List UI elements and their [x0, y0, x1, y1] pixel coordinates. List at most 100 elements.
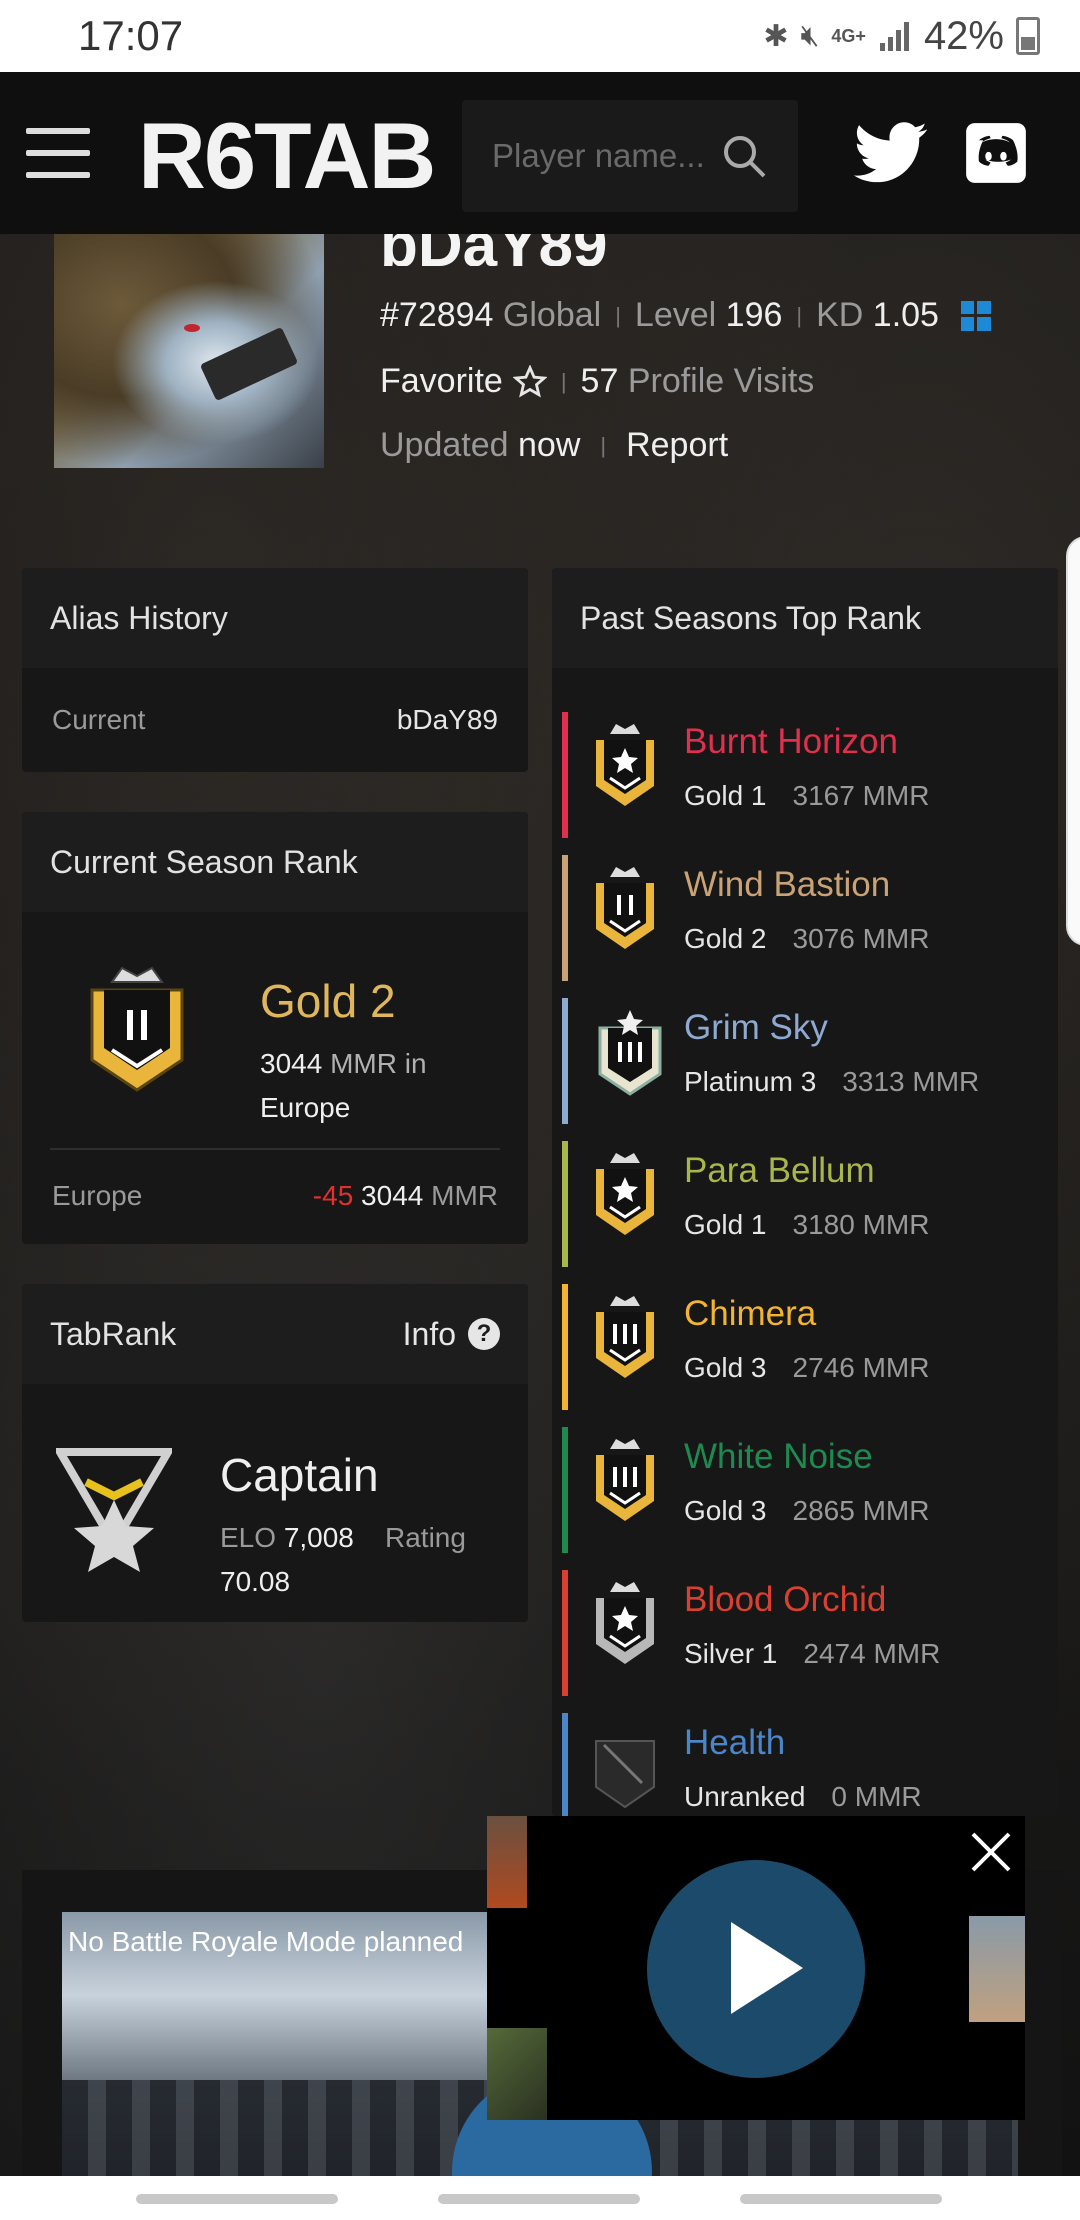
season-item[interactable]: Wind Bastion Gold 2 3076 MMR: [552, 855, 1058, 981]
season-rank: Silver 1: [684, 1638, 778, 1669]
alias-history-header: Alias History: [22, 568, 528, 668]
season-item[interactable]: Chimera Gold 3 2746 MMR: [552, 1284, 1058, 1410]
season-item[interactable]: Para Bellum Gold 1 3180 MMR: [552, 1141, 1058, 1267]
season-rank-line: Gold 1 3167 MMR: [684, 780, 929, 812]
status-icons: ✱ 🔇︎ 4G+ 42%: [763, 14, 1040, 59]
network-type: 4G+: [831, 26, 866, 46]
unranked-badge-icon: [595, 1740, 655, 1809]
season-mmr: 3167 MMR: [792, 780, 930, 811]
current-region: Europe: [260, 1092, 351, 1123]
discord-icon[interactable]: [964, 118, 1028, 188]
status-bar: 17:07 ✱ 🔇︎ 4G+ 42%: [0, 0, 1080, 72]
current-rank-info: Gold 2 3044 MMR in Europe: [260, 962, 427, 1148]
season-item[interactable]: Health Unranked 0 MMR: [552, 1713, 1058, 1816]
search-input[interactable]: [492, 137, 712, 175]
favorite-button[interactable]: Favorite: [380, 362, 503, 401]
nav-back-button[interactable]: [740, 2194, 942, 2204]
kd-value: 1.05: [872, 296, 939, 334]
tabrank-card: TabRank Info ? Captain ELO 7,008 Rating …: [22, 1284, 528, 1622]
level-label: Level: [634, 296, 717, 334]
season-rank: Platinum 3: [684, 1066, 817, 1097]
season-name: Health: [684, 1723, 786, 1762]
season-item[interactable]: Blood Orchid Silver 1 2474 MMR: [552, 1570, 1058, 1696]
windows-icon: [960, 300, 991, 331]
tabrank-rank: Captain: [220, 1449, 379, 1501]
ad-thumbnail: [969, 1916, 1025, 2022]
ad-thumbnail: [487, 2028, 547, 2120]
gold-rank-badge-icon: [596, 1439, 654, 1521]
tabrank-header: TabRank Info ?: [22, 1284, 528, 1384]
season-color-stripe: [562, 1427, 568, 1553]
gold-rank-badge-icon: [90, 966, 184, 1092]
video-ad[interactable]: [487, 1816, 1025, 2120]
season-rank-line: Gold 2 3076 MMR: [684, 923, 929, 955]
updated-value: now: [518, 426, 581, 464]
past-seasons-header: Past Seasons Top Rank: [552, 568, 1058, 668]
close-icon[interactable]: [967, 1828, 1015, 1876]
season-name: Blood Orchid: [684, 1580, 887, 1619]
gold-rank-badge-icon: [596, 867, 654, 949]
tabrank-info: Captain ELO 7,008 Rating 70.08: [220, 1448, 466, 1604]
twitter-icon[interactable]: [842, 122, 940, 184]
season-rank-line: Gold 1 3180 MMR: [684, 1209, 929, 1241]
profile-avatar: [54, 234, 324, 468]
region-mmr-block: -45 3044 MMR: [313, 1180, 498, 1212]
search-box[interactable]: [462, 100, 798, 212]
report-link[interactable]: Report: [626, 426, 728, 465]
season-color-stripe: [562, 712, 568, 838]
season-item[interactable]: White Noise Gold 3 2865 MMR: [552, 1427, 1058, 1553]
scroll-handle[interactable]: [1066, 536, 1080, 946]
search-icon[interactable]: [720, 132, 768, 180]
gold-rank-badge-icon: [596, 1153, 654, 1235]
season-color-stripe: [562, 1570, 568, 1696]
alias-row: Current bDaY89: [22, 668, 528, 772]
elo-value: 7,008: [283, 1522, 354, 1553]
kd-label: KD: [816, 296, 864, 334]
alias-value: bDaY89: [396, 704, 498, 735]
nav-home-button[interactable]: [438, 2194, 640, 2204]
battery-icon: [1016, 17, 1040, 55]
status-time: 17:07: [78, 12, 184, 59]
play-icon[interactable]: [647, 1860, 865, 2078]
profile-stats-line: #72894 Global | Level 196 | KD 1.05: [380, 296, 991, 335]
alias-label: Current: [52, 704, 146, 735]
battery-percent: 42%: [923, 13, 1004, 58]
nav-recent-button[interactable]: [136, 2194, 338, 2204]
platinum-rank-badge-icon: [598, 1010, 662, 1096]
region-label: Europe: [52, 1180, 143, 1211]
help-icon[interactable]: ?: [468, 1318, 500, 1350]
season-color-stripe: [562, 1713, 568, 1816]
mmr-delta: -45: [312, 1180, 354, 1211]
tabrank-info-link[interactable]: Info ?: [403, 1316, 500, 1353]
season-name: Burnt Horizon: [684, 722, 898, 761]
season-rank-line: Platinum 3 3313 MMR: [684, 1066, 979, 1098]
season-item[interactable]: Grim Sky Platinum 3 3313 MMR: [552, 998, 1058, 1124]
info-label: Info: [402, 1315, 456, 1352]
site-logo[interactable]: R6TAB: [138, 102, 436, 210]
season-rank: Gold 3: [684, 1495, 767, 1526]
menu-icon[interactable]: [26, 128, 90, 178]
season-name: Chimera: [684, 1294, 817, 1333]
profile-visits-count: 57: [580, 362, 619, 400]
season-item[interactable]: Burnt Horizon Gold 1 3167 MMR: [552, 712, 1058, 838]
season-name: Wind Bastion: [684, 865, 891, 904]
current-rank-detail: 3044 MMR in Europe: [260, 1042, 427, 1130]
tabrank-block: Captain ELO 7,008 Rating 70.08: [22, 1384, 528, 1604]
season-name: White Noise: [684, 1437, 873, 1476]
global-label: Global: [502, 296, 602, 334]
bluetooth-icon: ✱: [763, 19, 789, 53]
region-mmr-unit: MMR: [431, 1180, 498, 1211]
rating-label: Rating: [385, 1522, 466, 1553]
system-nav-bar: [0, 2176, 1080, 2220]
alias-history-title: Alias History: [50, 599, 228, 636]
season-mmr: 2474 MMR: [803, 1638, 941, 1669]
season-rank-line: Silver 1 2474 MMR: [684, 1638, 940, 1670]
season-rank: Gold 2: [684, 923, 767, 954]
profile-visits-label: Profile Visits: [627, 362, 815, 400]
news-title[interactable]: No Battle Royale Mode planned: [68, 1926, 488, 1958]
gold-rank-badge-icon: [596, 1296, 654, 1378]
star-icon[interactable]: [512, 364, 547, 399]
season-color-stripe: [562, 855, 568, 981]
region-row: Europe -45 3044 MMR: [22, 1150, 528, 1242]
region-mmr: 3044: [361, 1180, 424, 1211]
